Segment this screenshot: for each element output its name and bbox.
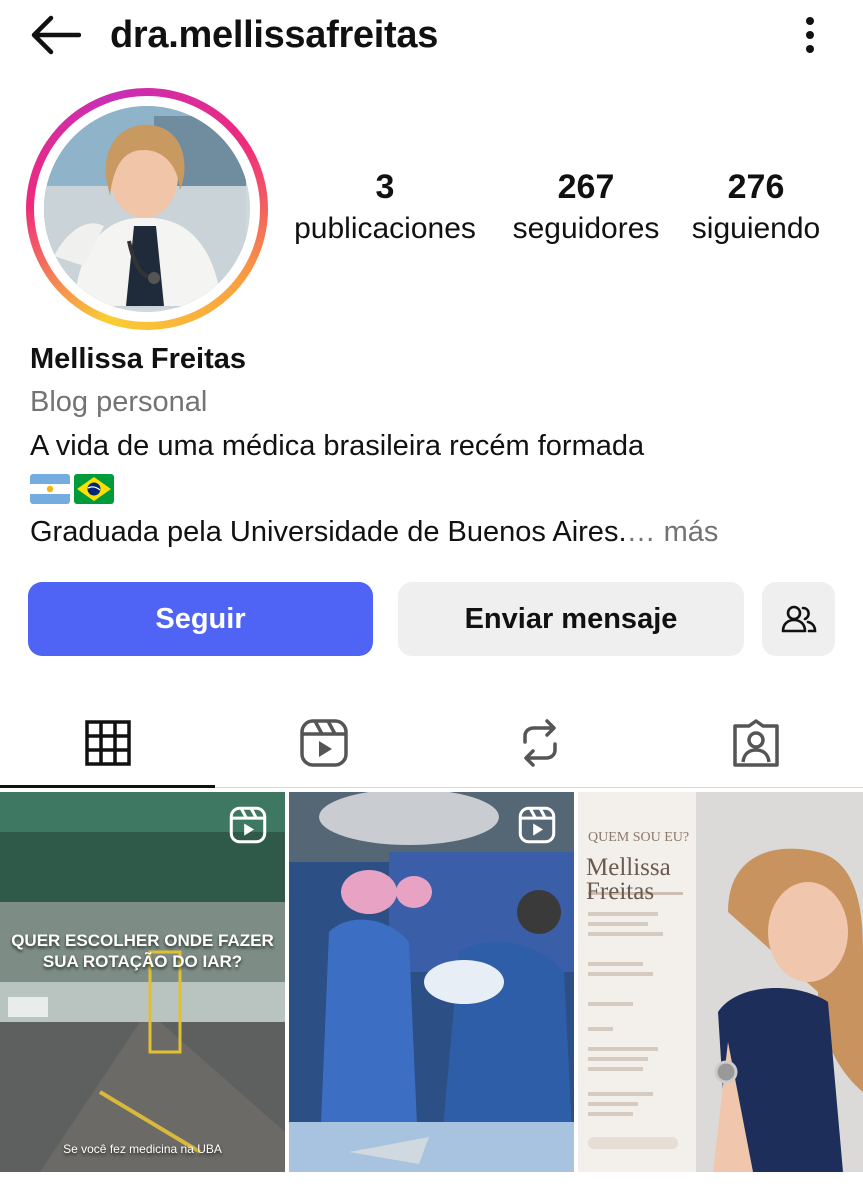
tagged-person-icon [732, 719, 779, 767]
reel-badge-icon [518, 806, 556, 844]
reel-badge-icon [229, 806, 267, 844]
overlay-line: QUER ESCOLHER ONDE FAZER [11, 931, 274, 950]
post-name-line: Mellissa [586, 854, 671, 881]
post-thumbnail [0, 792, 285, 1172]
following-count-label: siguiendo [691, 212, 821, 245]
grid-post-1[interactable]: QUER ESCOLHER ONDE FAZER SUA ROTAÇÃO DO … [0, 792, 285, 1172]
post-caption-overlay: Se você fez medicina na UBA [63, 1142, 222, 1156]
posts-count-label: publicaciones [294, 212, 476, 245]
profile-username: dra.mellissafreitas [110, 14, 439, 56]
post-name-line: Freitas [586, 878, 655, 905]
argentina-flag-icon [30, 474, 70, 504]
bio-flags [30, 468, 840, 510]
send-message-button[interactable]: Enviar mensaje [398, 582, 744, 656]
grid-post-3[interactable]: QUEM SOU EU? Mellissa Freitas [578, 792, 863, 1172]
grid-post-2[interactable] [289, 792, 574, 1172]
followers-count-value: 267 [557, 168, 615, 206]
bio-more-link[interactable]: más [664, 516, 719, 548]
back-arrow-icon [31, 15, 81, 55]
repost-icon [522, 719, 557, 767]
tab-posts-grid[interactable] [0, 700, 215, 788]
tab-reposts[interactable] [432, 700, 647, 786]
posts-grid: QUER ESCOLHER ONDE FAZER SUA ROTAÇÃO DO … [0, 792, 863, 1172]
post-thumbnail [289, 792, 574, 1172]
top-bar: dra.mellissafreitas [0, 0, 863, 70]
story-ring[interactable] [26, 88, 268, 330]
profile-bio: Mellissa Freitas Blog personal A vida de… [30, 338, 840, 554]
profile-avatar[interactable] [44, 106, 250, 312]
grid-icon [84, 720, 131, 766]
bio-ellipsis: … [626, 516, 656, 548]
options-button[interactable] [790, 12, 830, 58]
profile-category[interactable]: Blog personal [30, 380, 840, 424]
brazil-flag-icon [74, 474, 114, 504]
bio-text-line-truncated: Graduada pela Universidade de Buenos Air… [30, 510, 840, 554]
suggested-accounts-button[interactable] [762, 582, 835, 656]
tab-tagged[interactable] [648, 700, 863, 786]
posts-count-value: 3 [375, 168, 395, 206]
more-vertical-icon [806, 17, 814, 53]
post-thumbnail [578, 792, 863, 1172]
bio-text-line: Graduada pela Universidade de Buenos Air… [30, 516, 627, 548]
post-name-title: Mellissa Freitas [586, 854, 671, 905]
avatar-photo [44, 106, 246, 308]
profile-full-name: Mellissa Freitas [30, 343, 246, 375]
reels-icon [299, 719, 348, 767]
profile-tabs [0, 700, 863, 788]
following-count[interactable]: 276 siguiendo [683, 165, 829, 249]
post-kicker: QUEM SOU EU? [588, 830, 690, 845]
bio-text-line: A vida de uma médica brasileira recém fo… [30, 430, 645, 462]
follow-button[interactable]: Seguir [28, 582, 373, 656]
back-button[interactable] [26, 12, 84, 58]
posts-count[interactable]: 3 publicaciones [282, 165, 488, 249]
overlay-line: SUA ROTAÇÃO DO IAR? [42, 952, 243, 971]
followers-count[interactable]: 267 seguidores [503, 165, 669, 249]
following-count-value: 276 [727, 168, 785, 206]
followers-count-label: seguidores [512, 212, 660, 245]
post-overlay-title: QUER ESCOLHER ONDE FAZER SUA ROTAÇÃO DO … [0, 930, 285, 972]
add-people-icon [781, 605, 816, 633]
tab-reels[interactable] [216, 700, 431, 786]
